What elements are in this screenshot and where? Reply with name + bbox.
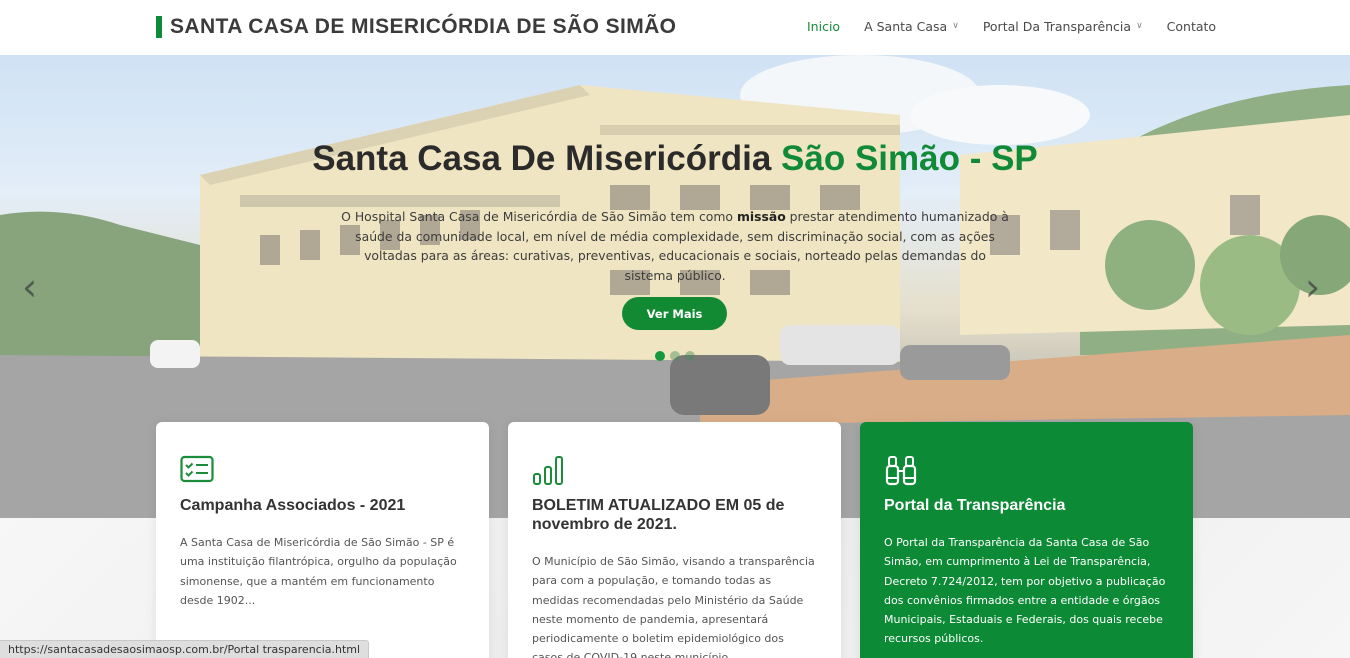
chevron-down-icon[interactable]: ∨ [952,21,959,31]
browser-status-url: https://santacasadesaosimaosp.com.br/Por… [0,640,370,658]
site-header: SANTA CASA DE MISERICÓRDIA DE SÃO SIMÃO … [0,0,1350,55]
nav-item-inicio[interactable]: Inicio [807,19,840,34]
chevron-left-icon[interactable]: ‹ [22,267,37,307]
hero-description: O Hospital Santa Casa de Misericórdia de… [340,207,1010,285]
nav-label[interactable]: Inicio [807,19,840,34]
checklist-icon [180,454,465,488]
card-portal-transparencia[interactable]: Portal da Transparência O Portal da Tran… [860,422,1193,658]
nav-label[interactable]: Contato [1167,19,1216,34]
card-text: A Santa Casa de Misericórdia de São Simã… [180,536,457,607]
brand-accent-bar [156,16,162,38]
bar-chart-icon [532,454,817,488]
nav-label[interactable]: Portal Da Transparência [983,19,1131,34]
hero-title: Santa Casa De Misericórdia São Simão - S… [0,139,1350,179]
chevron-down-icon[interactable]: ∨ [1136,21,1143,31]
nav-label[interactable]: A Santa Casa [864,19,947,34]
slider-dot-1[interactable] [655,351,665,361]
slider-dot-2[interactable] [670,351,680,361]
nav-item-portal-transparencia[interactable]: Portal Da Transparência ∨ [983,19,1143,34]
brand-name[interactable]: SANTA CASA DE MISERICÓRDIA DE SÃO SIMÃO [170,15,676,39]
hero-text-bold: missão [736,209,786,224]
brand-logo[interactable]: SANTA CASA DE MISERICÓRDIA DE SÃO SIMÃO [156,15,676,39]
hero-text-part: O Hospital Santa Casa de Misericórdia de… [341,209,737,224]
slider-dots [655,351,695,361]
main-nav: Inicio A Santa Casa ∨ Portal Da Transparê… [807,19,1240,34]
hero-title-accent: São Simão - SP [781,139,1038,178]
ver-mais-button[interactable]: Ver Mais [622,297,727,330]
card-title[interactable]: Portal da Transparência [884,496,1169,515]
card-text: O Município de São Simão, visando a tran… [532,555,815,658]
slider-dot-3[interactable] [685,351,695,361]
chevron-right-icon[interactable]: › [1305,267,1320,307]
card-title[interactable]: Campanha Associados - 2021 [180,496,465,515]
hero-title-main: Santa Casa De Misericórdia [312,139,782,178]
card-boletim[interactable]: BOLETIM ATUALIZADO EM 05 de novembro de … [508,422,841,658]
nav-item-contato[interactable]: Contato [1167,19,1216,34]
card-campanha-associados[interactable]: Campanha Associados - 2021 A Santa Casa … [156,422,489,658]
binoculars-icon [884,454,1169,488]
nav-item-a-santa-casa[interactable]: A Santa Casa ∨ [864,19,959,34]
card-title[interactable]: BOLETIM ATUALIZADO EM 05 de novembro de … [532,496,817,534]
card-text: O Portal da Transparência da Santa Casa … [884,536,1166,646]
